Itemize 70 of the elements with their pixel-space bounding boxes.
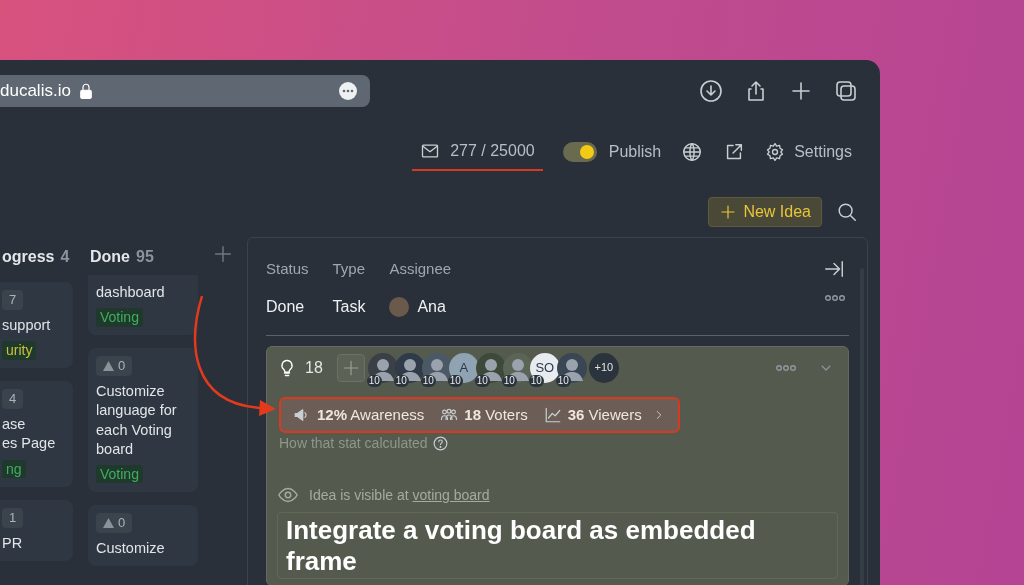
idea-card[interactable]: dashboard Voting [88, 275, 198, 336]
vote-count[interactable]: 7 [2, 290, 24, 310]
card-title: board [96, 439, 135, 459]
idea-card[interactable]: 0 Customize [88, 504, 198, 566]
stat-text: 18 Voters [464, 404, 528, 425]
email-count: 277 / 25000 [450, 141, 535, 161]
field-label: Assignee [389, 259, 452, 279]
plus-icon [341, 358, 360, 377]
idea-card[interactable]: 4 ase es Page ng [0, 381, 73, 487]
tabs-icon[interactable] [834, 79, 858, 103]
idea-count: 18 [305, 357, 323, 378]
stat-text: 36 Viewers [567, 404, 642, 425]
visibility-text: Idea is visible at voting board [309, 485, 490, 505]
voter-score: 10 [447, 374, 463, 387]
download-icon[interactable] [699, 79, 723, 103]
vote-count[interactable]: 0 [96, 512, 133, 533]
card-title: each Voting [96, 420, 173, 440]
column-title: ogress [2, 247, 55, 267]
more-icon[interactable] [825, 294, 845, 302]
stat-text: 12% Awareness [317, 404, 425, 425]
vote-count[interactable]: 4 [2, 389, 24, 410]
card-title: Customize [96, 382, 166, 402]
idea-title-field[interactable]: Integrate a voting board as embedded frame [277, 512, 838, 580]
voter-score: 10 [528, 374, 544, 387]
new-idea-button[interactable]: New Idea [708, 197, 822, 227]
collapse-icon[interactable] [823, 258, 845, 280]
publish-label: Publish [608, 142, 662, 162]
idea-card[interactable]: 1 PR [0, 499, 73, 561]
address-bar[interactable]: ducalis.io [0, 75, 370, 107]
card-title: support [2, 316, 52, 335]
status-tag: urity [2, 341, 37, 360]
card-title: language for [96, 401, 178, 421]
settings-icon [765, 142, 786, 162]
card-title: dashboard [96, 283, 166, 302]
idea-card[interactable]: 0 Customize language for each Voting board Voting [88, 348, 198, 492]
plus-icon[interactable] [789, 79, 813, 103]
column-count: 4 [60, 247, 70, 267]
help-icon[interactable] [431, 435, 449, 452]
field-value: Done [266, 296, 305, 317]
avatar-initials: A [459, 358, 469, 376]
avatar-initials: SO [535, 358, 555, 376]
chart-icon [543, 405, 562, 424]
vote-arrow-icon [103, 517, 114, 528]
status-tag: Voting [96, 464, 143, 484]
column-title: Done [90, 247, 130, 267]
globe-icon[interactable] [681, 141, 704, 163]
status-tag: ng [2, 459, 26, 478]
column-count: 95 [136, 247, 154, 267]
vote-arrow-icon [103, 361, 114, 372]
field-value: Ana [417, 296, 446, 317]
field-label: Type [332, 259, 366, 279]
vote-count[interactable]: 1 [2, 507, 24, 528]
idea-card[interactable]: 7 support urity [0, 282, 73, 369]
voter-score: 10 [366, 374, 382, 387]
publish-toggle[interactable] [562, 142, 597, 162]
card-title: PR [2, 533, 24, 553]
field-value: Task [332, 296, 366, 317]
card-title: Customize [96, 538, 166, 558]
stats-bar[interactable]: 12% Awareness 18 Voters 36 Viewers [279, 396, 680, 433]
field-label: Status [266, 259, 309, 279]
settings-button[interactable]: Settings [765, 140, 852, 164]
more-voters[interactable]: +10 [588, 352, 619, 383]
vote-count[interactable]: 0 [96, 356, 133, 377]
url-text: ducalis.io [0, 80, 71, 103]
card-title: es Page [2, 434, 57, 454]
help-text: How that stat calculated [279, 434, 428, 453]
more-button[interactable] [338, 81, 358, 101]
card-title: ase [2, 415, 27, 435]
status-tag: Voting [96, 308, 143, 327]
search-icon[interactable] [836, 201, 858, 223]
